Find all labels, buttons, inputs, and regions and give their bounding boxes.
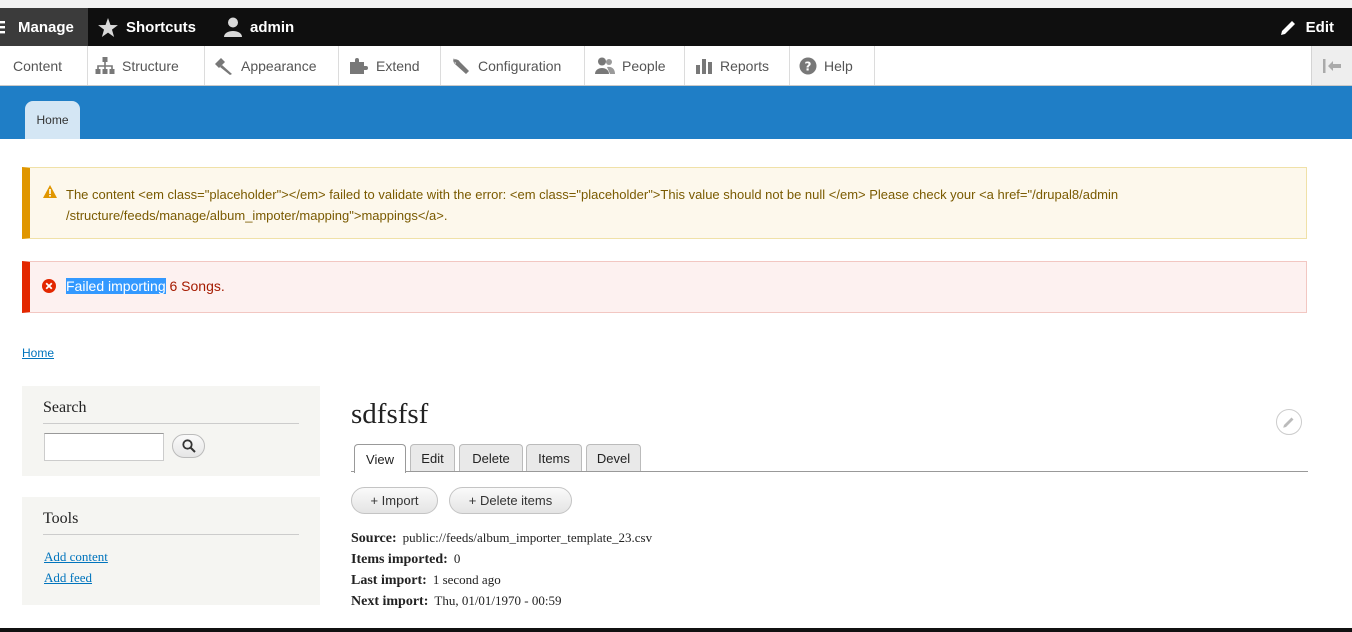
site-header: Home [0, 86, 1352, 139]
warning-icon [43, 185, 57, 198]
search-input[interactable] [44, 433, 164, 461]
user-label: admin [250, 18, 295, 36]
bottom-border [0, 628, 1352, 632]
tools-block-title: Tools [43, 510, 299, 535]
warning-text-line2: /structure/feeds/manage/album_impoter/ma… [66, 208, 448, 223]
warning-message: The content <em class="placeholder"></em… [22, 167, 1307, 239]
breadcrumb-home[interactable]: Home [22, 346, 54, 360]
next-import-label: Next import: [351, 594, 429, 609]
import-button[interactable]: + Import [351, 487, 438, 514]
tray-label-structure: Structure [122, 57, 179, 74]
source-label: Source: [351, 531, 397, 546]
tray-label-configuration: Configuration [478, 57, 562, 74]
tray-item-help[interactable]: ? Help [790, 46, 875, 85]
page-title: sdfsfsf [351, 398, 429, 430]
search-icon [181, 439, 196, 453]
last-import-field: Last import: 1 second ago [351, 572, 501, 589]
tab-devel[interactable]: Devel [586, 444, 641, 471]
tray-label-reports: Reports [720, 57, 770, 74]
tab-view[interactable]: View [354, 444, 406, 473]
svg-text:?: ? [805, 59, 812, 73]
items-imported-label: Items imported: [351, 552, 448, 567]
next-import-value: Thu, 01/01/1970 - 00:59 [434, 593, 562, 608]
people-icon [595, 57, 615, 74]
error-icon [42, 279, 56, 293]
warning-text-line1: The content <em class="placeholder"></em… [66, 187, 1119, 202]
tray-item-reports[interactable]: Reports [685, 46, 790, 85]
star-icon [98, 17, 118, 37]
contextual-edit-button[interactable] [1276, 409, 1302, 435]
last-import-label: Last import: [351, 573, 427, 588]
last-import-value: 1 second ago [432, 572, 501, 587]
tray-label-people: People [622, 57, 666, 74]
source-field: Source: public://feeds/album_importer_tem… [351, 530, 652, 547]
toolbar-tray: Content Structure Appearance Extend Conf… [0, 46, 1352, 86]
admin-toolbar: Manage Shortcuts admin Edit [0, 8, 1352, 46]
tray-label-appearance: Appearance [241, 57, 317, 74]
error-message: Failed importing 6 Songs. [22, 261, 1307, 313]
next-import-field: Next import: Thu, 01/01/1970 - 00:59 [351, 593, 561, 610]
home-tab[interactable]: Home [25, 101, 80, 139]
tray-label-extend: Extend [376, 57, 420, 74]
search-block-title: Search [43, 399, 299, 424]
shortcuts-label: Shortcuts [126, 18, 197, 36]
warning-text: The content <em class="placeholder"></em… [66, 184, 1286, 226]
pencil-icon [1283, 417, 1294, 428]
browser-strip [0, 0, 1352, 8]
tools-block: Tools Add content Add feed [22, 497, 320, 605]
add-feed-link[interactable]: Add feed [44, 570, 92, 586]
tray-item-content[interactable]: Content [0, 46, 88, 85]
user-icon [224, 17, 242, 37]
tab-items[interactable]: Items [526, 444, 582, 471]
search-button[interactable] [172, 434, 205, 458]
items-imported-value: 0 [453, 551, 461, 566]
shortcuts-tab[interactable]: Shortcuts [98, 8, 196, 46]
edit-toggle[interactable]: Edit [1280, 8, 1334, 46]
pencil-icon [1280, 21, 1295, 35]
tray-item-people[interactable]: People [585, 46, 685, 85]
appearance-icon [215, 57, 232, 75]
tray-orientation-toggle[interactable] [1311, 46, 1352, 85]
delete-items-button[interactable]: + Delete items [449, 487, 572, 514]
structure-icon [95, 56, 115, 74]
error-text-selected: Failed importing [66, 278, 166, 294]
menu-icon [0, 21, 5, 34]
extend-icon [350, 57, 368, 74]
tray-item-configuration[interactable]: Configuration [441, 46, 585, 85]
configuration-icon [453, 57, 469, 74]
help-icon: ? [799, 57, 817, 74]
tray-item-appearance[interactable]: Appearance [205, 46, 339, 85]
edit-label: Edit [1305, 18, 1334, 36]
local-tasks: View Edit Delete Items Devel [351, 443, 1308, 473]
tray-item-extend[interactable]: Extend [339, 46, 441, 85]
reports-icon [696, 58, 712, 74]
manage-tab[interactable]: Manage [0, 8, 88, 46]
tray-item-structure[interactable]: Structure [88, 46, 205, 85]
manage-label: Manage [18, 18, 74, 36]
error-text: Failed importing 6 Songs. [66, 278, 225, 294]
tray-label-content: Content [13, 57, 63, 74]
search-block: Search [22, 386, 320, 476]
items-imported-field: Items imported: 0 [351, 551, 460, 568]
error-text-rest: 6 Songs. [165, 278, 225, 294]
tab-edit[interactable]: Edit [410, 444, 455, 471]
user-tab[interactable]: admin [224, 8, 294, 46]
tab-delete[interactable]: Delete [459, 444, 523, 471]
add-content-link[interactable]: Add content [44, 549, 108, 565]
collapse-left-icon [1323, 58, 1341, 73]
tray-label-help: Help [824, 57, 853, 74]
source-value: public://feeds/album_importer_template_2… [402, 530, 653, 545]
